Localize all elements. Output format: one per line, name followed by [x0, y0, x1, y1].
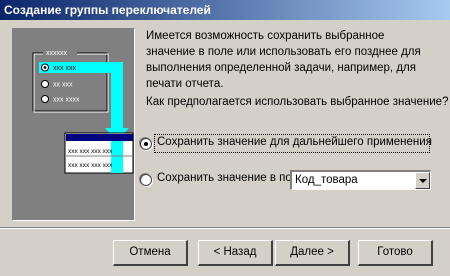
question-text: Как предполагается использовать выбранно…: [146, 96, 449, 108]
radio-save-in-field-label[interactable]: Сохранить значение в поле:: [157, 172, 308, 184]
illustration-table-row-1: xxx xxx xxx xxx: [68, 148, 113, 155]
wizard-illustration: xxxxxx xxx xxx xx xxx xxx xxxx xxx xxx x…: [12, 28, 135, 221]
title-bar[interactable]: Создание группы переключателей: [0, 0, 450, 20]
radio-save-for-later-label[interactable]: Сохранить значение для дальнейшего приме…: [157, 136, 432, 148]
cancel-button[interactable]: Отмена: [113, 240, 188, 266]
illustration-option-1: xxx xxx: [53, 65, 76, 72]
radio-selected-dot: [144, 142, 148, 146]
next-button[interactable]: Далее >: [275, 240, 350, 266]
field-select-dropdown-button[interactable]: [415, 172, 430, 189]
radio-save-for-later[interactable]: [140, 138, 152, 150]
dialog-window: Создание группы переключателей xxxxxx xx…: [0, 0, 450, 276]
field-select[interactable]: Код_товара: [290, 170, 431, 190]
button-separator: [0, 227, 450, 229]
field-select-value: Код_товара: [295, 174, 358, 186]
illustration-option-2: xx xxx: [53, 82, 73, 89]
finish-button[interactable]: Готово: [358, 240, 433, 266]
illustration-option-3: xxx xxxx: [53, 97, 80, 104]
illustration-header-mark: xxxxxx: [46, 50, 68, 57]
illustration-table-row-2: xxx xxx xxx xxx: [68, 162, 113, 169]
radio-save-in-field[interactable]: [140, 174, 152, 186]
chevron-down-icon: [419, 179, 427, 183]
window-title: Создание группы переключателей: [4, 3, 211, 17]
description-text: Имеется возможность сохранить выбранное …: [146, 30, 421, 90]
back-button[interactable]: < Назад: [198, 240, 273, 266]
